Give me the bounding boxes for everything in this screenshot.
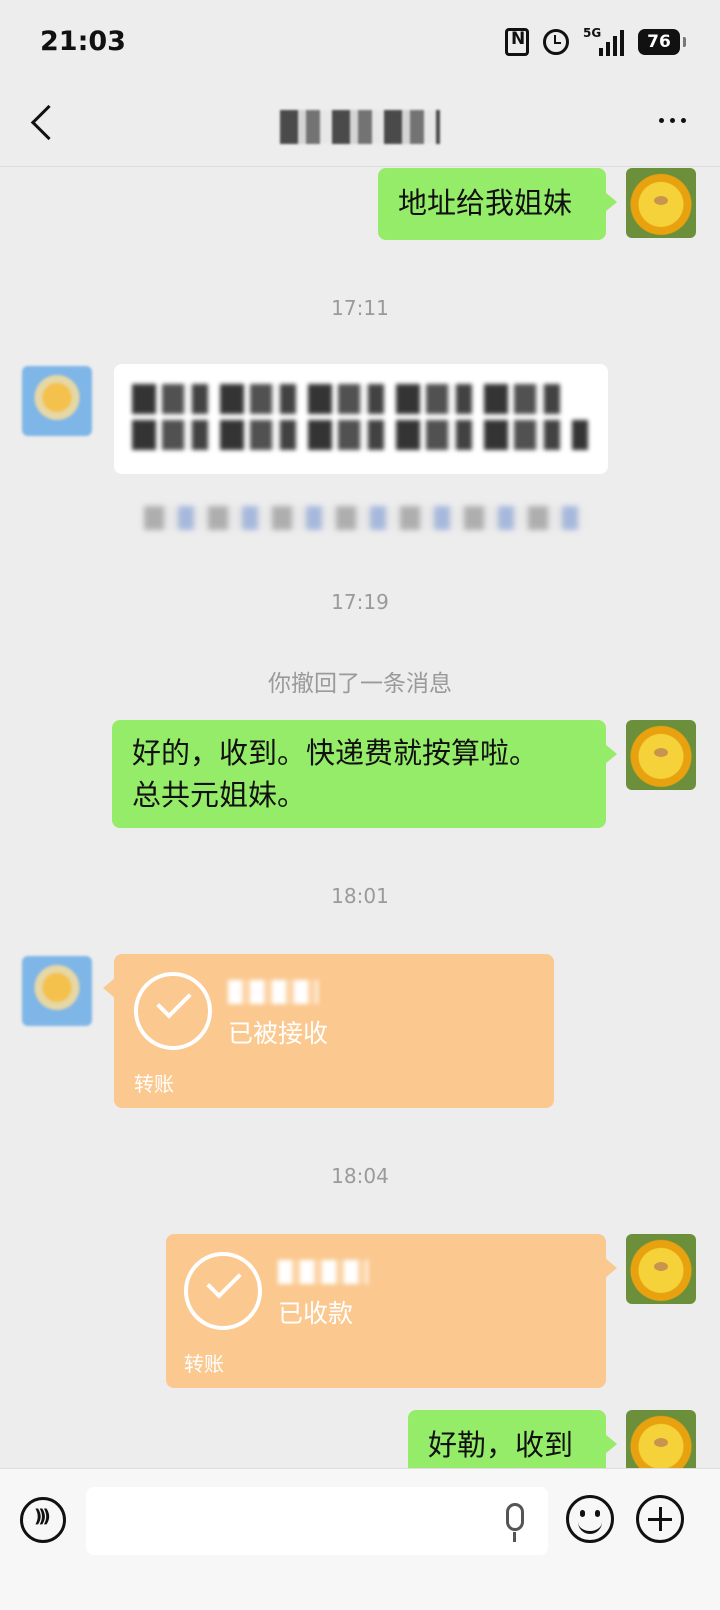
check-circle-icon [184,1252,262,1330]
transfer-card-other[interactable]: 已被接收 转账 [103,954,554,1108]
message-text: 地址给我姐妹 [398,186,573,220]
status-icons: 5G 76 [505,24,686,60]
emoji-icon[interactable] [566,1495,614,1543]
self-avatar[interactable] [626,720,696,790]
battery-level: 76 [647,32,671,52]
transfer-card-self[interactable]: 已收款 转账 [166,1234,617,1388]
message-text-line: 总共元姐妹。 [132,778,307,812]
status-bar: 21:03 5G 76 [0,0,720,84]
timestamp: 17:11 [331,296,389,320]
message-text-line: 好的，收到。快递费就按算啦。 [132,736,539,770]
timestamp: 18:04 [331,1164,389,1188]
mic-icon[interactable] [506,1503,524,1542]
transfer-label: 转账 [134,1072,174,1096]
status-time: 21:03 [40,26,126,57]
contact-avatar[interactable] [22,366,92,436]
message-bubble-self[interactable]: 地址给我姐妹 [378,168,617,240]
check-circle-icon [134,972,212,1050]
message-bubble-other[interactable] [114,364,608,474]
signal-icon: 5G [583,26,624,56]
contact-avatar[interactable] [22,956,92,1026]
transfer-status: 已被接收 [228,1019,329,1048]
self-avatar[interactable] [626,168,696,238]
message-input[interactable] [86,1487,548,1555]
self-avatar[interactable] [626,1234,696,1304]
alarm-icon [543,29,569,55]
more-icon[interactable] [659,118,686,123]
transfer-label: 转账 [184,1352,224,1376]
recall-notice: 你撤回了一条消息 [268,671,452,697]
nfc-icon [505,28,529,56]
redacted-title [280,109,440,144]
redacted-caption [144,506,584,530]
timestamp: 17:19 [331,590,389,614]
redacted-text [132,384,572,414]
chat-title [0,108,720,144]
redacted-text [132,420,588,450]
timestamp: 18:01 [331,884,389,908]
battery-icon: 76 [638,29,686,55]
voice-icon[interactable] [20,1497,66,1543]
input-bar [0,1468,720,1610]
message-text: 好勒，收到 [428,1428,574,1462]
message-bubble-self[interactable]: 好的，收到。快递费就按算啦。 总共元姐妹。 [112,720,617,828]
plus-icon[interactable] [636,1495,684,1543]
network-type-label: 5G [583,26,602,40]
transfer-status: 已收款 [278,1299,354,1328]
redacted-amount [228,980,318,1004]
redacted-amount [278,1260,368,1284]
chat-header [0,84,720,167]
